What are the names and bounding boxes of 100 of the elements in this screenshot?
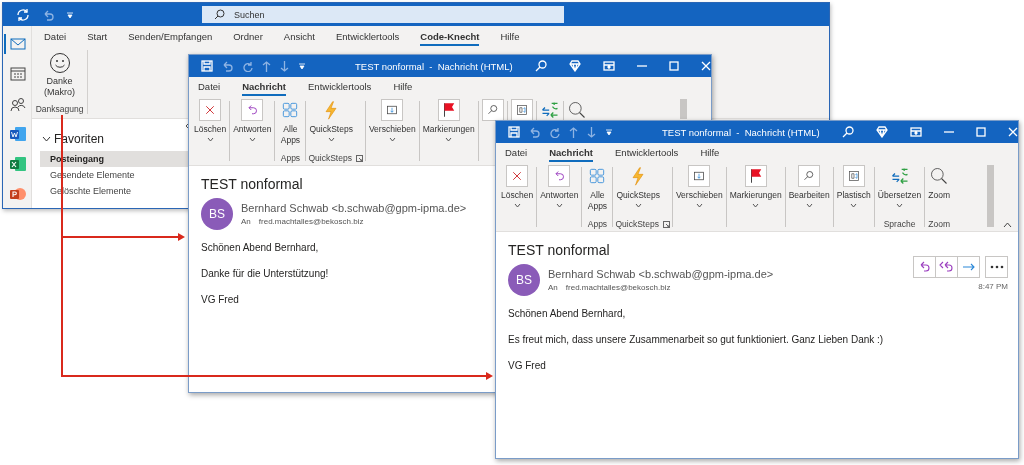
chevron-up-icon[interactable] bbox=[1003, 222, 1012, 228]
ribbon-button[interactable]: Alle Apps bbox=[584, 163, 611, 217]
ribbon-tab[interactable]: Entwicklertools bbox=[308, 78, 372, 96]
save-icon[interactable] bbox=[508, 126, 520, 138]
more-button[interactable] bbox=[985, 255, 1008, 278]
caret-down-icon[interactable] bbox=[752, 203, 760, 208]
to-label: An bbox=[548, 283, 558, 292]
ribbon-button[interactable]: QuickSteps bbox=[615, 163, 661, 217]
thanks-button[interactable]: Danke (Makro) bbox=[39, 50, 80, 98]
caret-down-icon[interactable] bbox=[206, 137, 214, 142]
search-placeholder: Suchen bbox=[234, 9, 265, 20]
diamond-icon[interactable] bbox=[568, 60, 581, 72]
ribbon-tab[interactable]: Datei bbox=[44, 28, 67, 46]
ribbon-button[interactable]: Löschen bbox=[500, 163, 535, 217]
scrollbar[interactable] bbox=[987, 165, 994, 227]
caret-down-icon[interactable] bbox=[513, 203, 521, 208]
close-icon[interactable] bbox=[700, 61, 711, 71]
sync-icon[interactable] bbox=[16, 7, 30, 22]
ribbon-tab[interactable]: Entwicklertools bbox=[615, 144, 679, 162]
caret-down-icon[interactable] bbox=[445, 137, 453, 142]
ribbon-tab[interactable]: Senden/Empfangen bbox=[128, 28, 213, 46]
caret-down-icon[interactable] bbox=[634, 203, 642, 208]
caret-down-icon[interactable] bbox=[388, 137, 396, 142]
arrow-down-icon[interactable] bbox=[280, 60, 289, 72]
arrow-down-icon[interactable] bbox=[587, 126, 596, 138]
ribbon-tab[interactable]: Hilfe bbox=[500, 28, 520, 46]
search-icon[interactable] bbox=[534, 60, 547, 72]
ribbon-tab[interactable]: Hilfe bbox=[700, 144, 720, 162]
ribbon-button[interactable]: Markierungen bbox=[421, 97, 476, 151]
zoom-icon[interactable] bbox=[566, 100, 587, 120]
caret-down-icon[interactable] bbox=[695, 203, 703, 208]
ribbon-tab[interactable]: Ordner bbox=[233, 28, 263, 46]
search-icon[interactable] bbox=[214, 9, 225, 20]
ribbon-tab[interactable]: Nachricht bbox=[549, 144, 593, 162]
ribbon-button[interactable]: Alle Apps bbox=[277, 97, 304, 151]
ribbon-tab[interactable]: Start bbox=[87, 28, 108, 46]
maximize-icon[interactable] bbox=[668, 61, 679, 71]
translate-icon bbox=[889, 166, 910, 186]
maximize-icon[interactable] bbox=[975, 127, 986, 137]
arrow-up-icon[interactable] bbox=[569, 126, 578, 138]
chevron-left-icon[interactable] bbox=[184, 122, 190, 130]
ribbon-tab[interactable]: Code-Knecht bbox=[420, 28, 480, 46]
translate-icon[interactable] bbox=[539, 100, 560, 120]
chevron-down-icon[interactable] bbox=[42, 136, 51, 142]
message-text: VG Fred bbox=[508, 360, 546, 371]
close-icon[interactable] bbox=[1007, 127, 1018, 137]
ribbon-tab[interactable]: Datei bbox=[505, 144, 528, 162]
window-title: TEST nonformal - Nachricht (HTML) bbox=[661, 126, 820, 138]
message-text: Schönen Abend Bernhard, bbox=[201, 242, 319, 253]
ribbon-button[interactable]: Zoom bbox=[927, 163, 951, 217]
group-label: QuickSteps bbox=[308, 153, 352, 163]
ribbon-button[interactable]: Bearbeiten bbox=[787, 163, 831, 217]
caret-down-icon[interactable] bbox=[896, 203, 904, 208]
undo-icon[interactable] bbox=[222, 60, 233, 72]
more-icon bbox=[989, 264, 1004, 269]
customize-icon[interactable] bbox=[66, 10, 74, 19]
ribbon-button[interactable]: Verschieben bbox=[674, 163, 724, 217]
to-label: An bbox=[241, 217, 251, 226]
message-text: Schönen Abend Bernhard, bbox=[508, 308, 626, 319]
group-label: Zoom bbox=[928, 219, 950, 229]
customize-icon[interactable] bbox=[605, 128, 613, 136]
ribbon-button[interactable]: QuickSteps bbox=[308, 97, 354, 151]
ribbon-tab[interactable]: Entwicklertools bbox=[335, 28, 400, 46]
redo-icon[interactable] bbox=[549, 126, 560, 138]
search-field[interactable]: Suchen bbox=[202, 6, 564, 23]
diamond-icon[interactable] bbox=[875, 126, 888, 138]
reply-all-button[interactable] bbox=[936, 256, 958, 277]
ribbon-tab[interactable]: Nachricht bbox=[242, 78, 286, 96]
ribbon-button[interactable]: Antworten bbox=[539, 163, 580, 217]
group-label: Danksagung bbox=[35, 104, 84, 114]
smiley-icon[interactable] bbox=[48, 52, 71, 74]
search-icon[interactable] bbox=[841, 126, 854, 138]
ribbon-tab[interactable]: Datei bbox=[198, 78, 221, 96]
message-text: Danke für die Unterstützung! bbox=[201, 268, 329, 279]
dialog-launcher-icon[interactable] bbox=[662, 220, 670, 228]
customize-icon[interactable] bbox=[298, 62, 306, 70]
dialog-launcher-icon[interactable] bbox=[355, 154, 363, 162]
ribbon-tab[interactable]: Ansicht bbox=[283, 28, 315, 46]
ribbon-button[interactable]: Löschen bbox=[193, 97, 228, 151]
caret-down-icon[interactable] bbox=[248, 137, 256, 142]
ribbon-button[interactable]: Verschieben bbox=[367, 97, 417, 151]
ribbon-button[interactable]: Markierungen bbox=[728, 163, 783, 217]
ribbon-button[interactable]: Antworten bbox=[232, 97, 273, 151]
caret-down-icon[interactable] bbox=[327, 137, 335, 142]
undo-icon[interactable] bbox=[529, 126, 540, 138]
ribbon-button[interactable]: Übersetzen bbox=[876, 163, 923, 217]
undo-icon[interactable] bbox=[42, 8, 54, 21]
arrow-up-icon[interactable] bbox=[262, 60, 271, 72]
ribbon-tab[interactable]: Hilfe bbox=[393, 78, 413, 96]
ribbon-display-icon[interactable] bbox=[602, 61, 615, 71]
redo-icon[interactable] bbox=[242, 60, 253, 72]
ribbon-display-icon[interactable] bbox=[909, 127, 922, 137]
caret-down-icon[interactable] bbox=[805, 203, 813, 208]
save-icon[interactable] bbox=[201, 60, 213, 72]
reply-all-icon bbox=[939, 259, 954, 274]
scrollbar[interactable] bbox=[680, 99, 687, 119]
caret-down-icon[interactable] bbox=[850, 203, 858, 208]
ribbon-button[interactable]: Plastisch bbox=[835, 163, 872, 217]
caret-down-icon[interactable] bbox=[555, 203, 563, 208]
group-label: Apps bbox=[587, 219, 608, 229]
